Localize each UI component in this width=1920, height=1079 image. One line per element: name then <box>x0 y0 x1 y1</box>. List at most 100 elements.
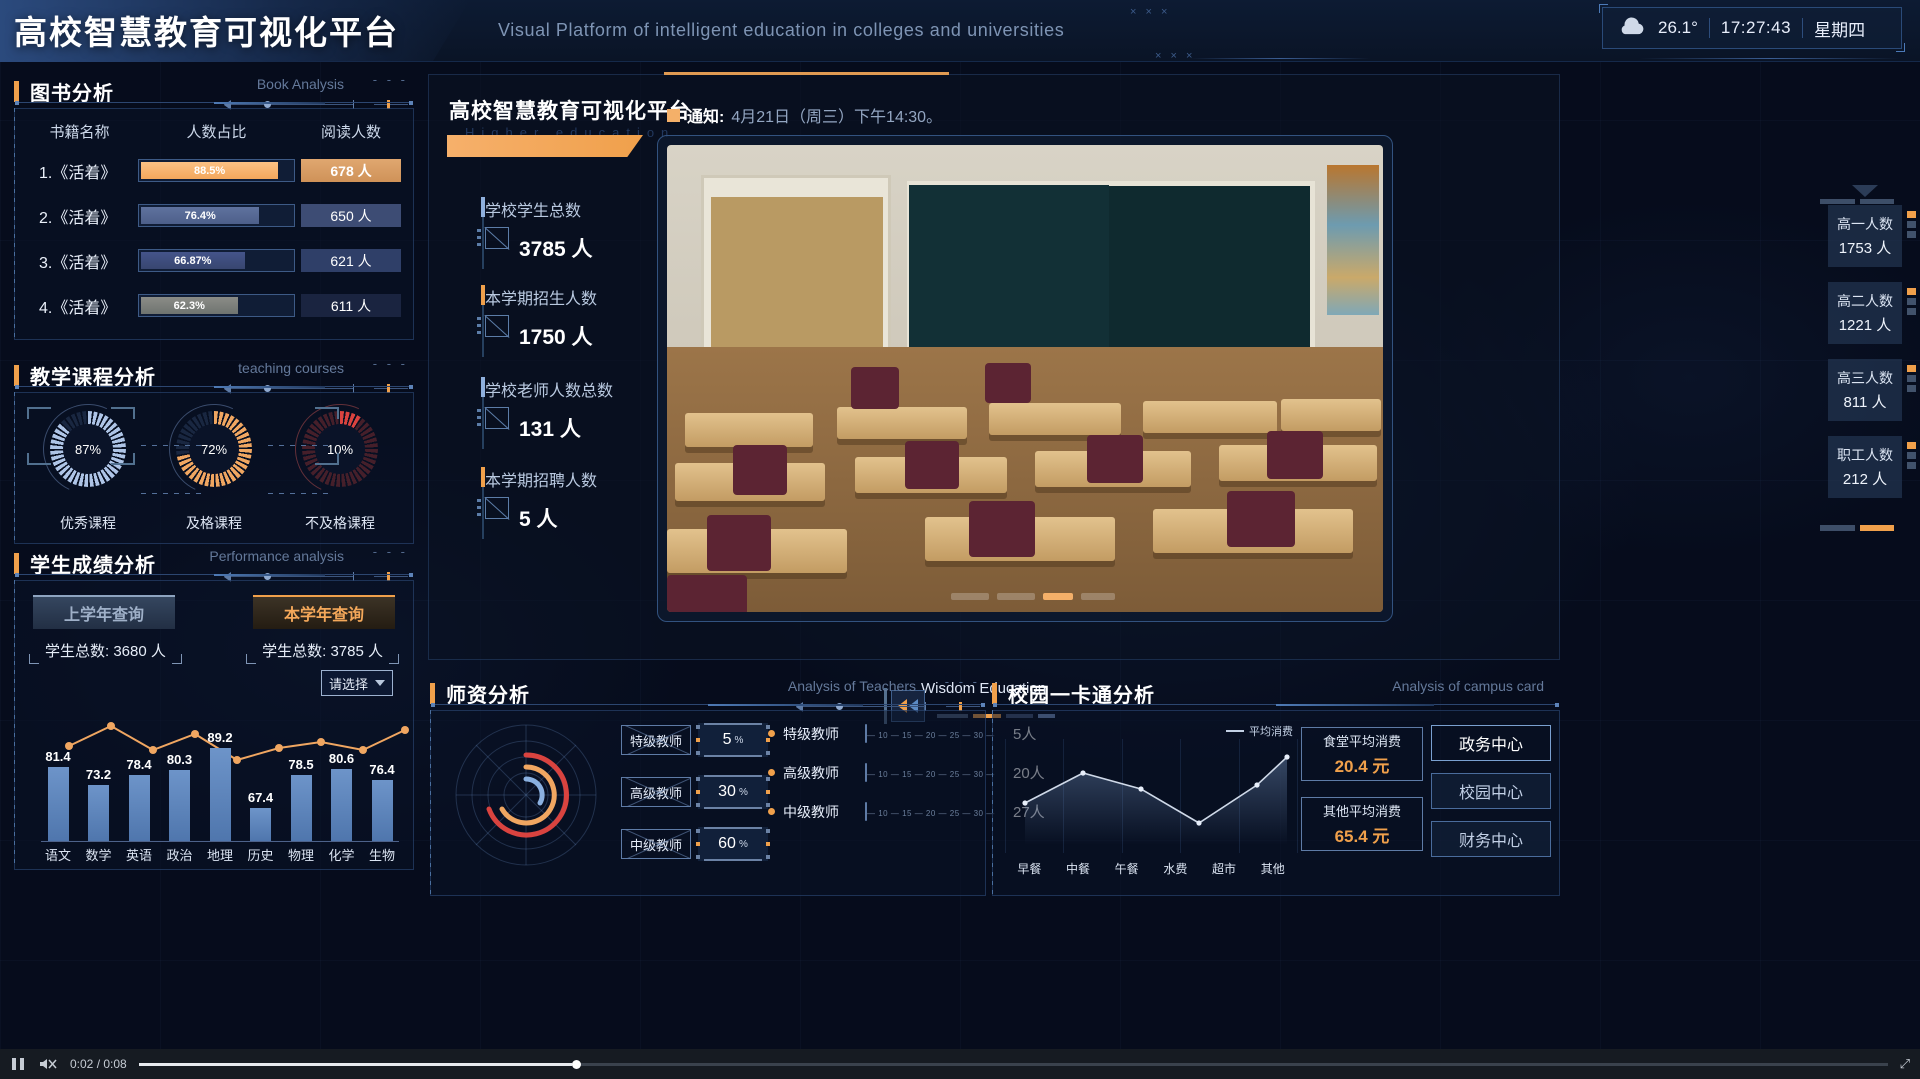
media-taskbar: 0:02 / 0:08 ⤢ <box>0 1049 1920 1079</box>
teaching-course-dots: - - - <box>372 356 408 371</box>
donut-chart: 10% <box>282 391 398 507</box>
center-panel: 高校智慧教育可视化平台 Higher education 通知: 4月21日（周… <box>428 72 1560 724</box>
course-donut-fail[interactable]: 10% 不及格课程 <box>282 391 398 533</box>
mute-icon[interactable] <box>38 1057 58 1071</box>
accent-bar <box>430 682 435 704</box>
sidebar-bottom-bars <box>1820 525 1894 531</box>
book-analysis-body: 书籍名称 人数占比 阅读人数 1.《活着》 88.5% 678 人 2.《活着》… <box>14 101 414 340</box>
subject-select[interactable]: 请选择 <box>321 670 393 696</box>
select-wrapper: 请选择 <box>15 664 413 696</box>
table-row[interactable]: 3.《活着》 66.87% 621 人 <box>15 238 413 283</box>
x-label: 历史 <box>247 848 274 863</box>
last-year-query-button[interactable]: 上学年查询 <box>33 595 175 629</box>
status-leds <box>1907 288 1916 315</box>
teacher-body: 特级教师 5 % 高级教师 30 % 中级教师 60 % 特级教师 — 10 —… <box>431 711 1045 879</box>
grade-box-senior-1[interactable]: 高一人数 1753 人 <box>1828 205 1916 267</box>
bar-column: 80.6 <box>325 726 359 841</box>
panel-top-rule <box>15 101 413 105</box>
teacher-percent-value: 30 <box>718 783 736 800</box>
donut-chart: 72% <box>156 391 272 507</box>
sidebar-arrow-icon <box>1852 185 1878 197</box>
button-finance-center[interactable]: 财务中心 <box>1431 821 1551 857</box>
teacher-count-bar: — 10 — 15 — 20 — 25 — 30 — <box>865 762 1005 782</box>
donut-connector-3 <box>141 493 203 494</box>
notice-text: 4月21日（周三）下午14:30。 <box>731 109 943 126</box>
grade-sidebar: 高一人数 1753 人 高二人数 1221 人 高三人数 811 人 职工人数 … <box>1820 185 1916 531</box>
accent-bar <box>14 80 19 102</box>
x-label: 中餐 <box>1066 862 1091 876</box>
playback-scrubber[interactable] <box>138 1059 1888 1069</box>
teacher-analysis-title-en: Analysis of Teachers <box>787 678 916 694</box>
x-label: 化学 <box>328 848 355 863</box>
header-separator-1 <box>1708 18 1710 38</box>
page-title: 高校智慧教育可视化平台 <box>14 14 399 51</box>
header-status-cluster: 26.1° 17:27:43 星期四 <box>1599 4 1905 52</box>
grade-box-senior-2[interactable]: 高二人数 1221 人 <box>1828 282 1916 344</box>
x-label: 政治 <box>166 848 193 863</box>
donut-label: 不及格课程 <box>305 515 375 531</box>
grade-label: 职工人数 <box>1837 447 1893 463</box>
notice-label: 通知: <box>687 109 725 126</box>
other-average-label: 其他平均消费 <box>1322 804 1401 819</box>
teacher-count-bar: — 10 — 15 — 20 — 25 — 30 — <box>865 801 1005 821</box>
button-government-center[interactable]: 政务中心 <box>1431 725 1551 761</box>
chart-x-labels: 早餐 中餐 午餐 水费 超市 其他 <box>1005 860 1297 877</box>
book-table-header: 书籍名称 人数占比 阅读人数 <box>15 109 413 148</box>
fullscreen-icon[interactable]: ⤢ <box>1900 1056 1910 1072</box>
bar-column: 76.4 <box>365 726 399 841</box>
app-header: 高校智慧教育可视化平台 Visual Platform of intellige… <box>0 0 1920 68</box>
table-row[interactable]: 1.《活着》 88.5% 678 人 <box>15 148 413 193</box>
campus-card-panel: 校园一卡通分析 Analysis of campus card 平均消费 早餐 … <box>992 676 1560 896</box>
accent-bar <box>14 364 19 386</box>
grade-value: 811 人 <box>1843 394 1887 411</box>
x-label: 语文 <box>44 848 71 863</box>
x-axis <box>41 841 399 842</box>
x-axis-labels: 语文 数学 英语 政治 地理 历史 物理 化学 生物 <box>41 845 399 864</box>
course-donut-pass[interactable]: 72% 及格课程 <box>156 391 272 533</box>
book-analysis-title-en: Book Analysis <box>256 76 344 92</box>
notice-bar: 通知: 4月21日（周三）下午14:30。 <box>667 103 942 127</box>
playback-time: 0:02 / 0:08 <box>70 1057 127 1071</box>
x-label: 早餐 <box>1017 862 1042 876</box>
accent-bar <box>14 552 19 574</box>
table-row[interactable]: 2.《活着》 76.4% 650 人 <box>15 193 413 238</box>
teacher-percent-value: 5 <box>722 731 732 748</box>
book-readers: 650 人 <box>301 204 401 227</box>
bar-column: 67.4 <box>244 726 278 841</box>
grade-label: 高三人数 <box>1837 370 1893 386</box>
book-percent-label: 62.3% <box>173 299 205 312</box>
bar-value: 73.2 <box>85 766 112 782</box>
consumption-line-chart: 平均消费 早餐 中餐 午餐 水费 超市 其他 <box>1001 721 1301 879</box>
panel-top-rule <box>431 703 985 707</box>
donut-connector-4 <box>268 493 330 494</box>
grade-value: 212 人 <box>1842 471 1888 488</box>
stat-label: 本学期招生人数 <box>485 291 598 308</box>
button-campus-center[interactable]: 校园中心 <box>1431 773 1551 809</box>
book-analysis-panel: 图书分析 Book Analysis - - - 书籍名称 人数占比 阅读人数 … <box>14 72 414 340</box>
bar-column: 78.4 <box>122 726 156 841</box>
grade-box-senior-3[interactable]: 高三人数 811 人 <box>1828 359 1916 421</box>
x-label: 其他 <box>1260 862 1285 876</box>
this-year-query-button[interactable]: 本学年查询 <box>253 595 395 629</box>
percent-unit: % <box>738 838 748 850</box>
bar-series: 81.4 73.2 78.4 80.3 89.2 67.4 78.5 80.6 … <box>41 726 399 841</box>
bar-value: 67.4 <box>247 789 274 805</box>
stat-label: 本学期招聘人数 <box>485 473 598 490</box>
teacher-count-bar: — 10 — 15 — 20 — 25 — 30 — <box>865 723 1005 743</box>
book-readers: 621 人 <box>301 249 401 272</box>
book-percent-label: 76.4% <box>184 209 216 222</box>
pause-icon[interactable] <box>10 1057 26 1071</box>
sidebar-top-bars <box>1820 199 1894 204</box>
teacher-percent-box: 30 % <box>696 775 770 809</box>
book-name: 1.《活着》 <box>39 164 117 182</box>
playback-knob[interactable] <box>572 1059 582 1069</box>
table-row[interactable]: 4.《活着》 62.3% 611 人 <box>15 283 413 328</box>
legend-swatch <box>1226 730 1244 732</box>
bar-scale: — 10 — 15 — 20 — 25 — 30 — <box>867 808 995 818</box>
x-label: 物理 <box>287 848 314 863</box>
bar-column: 73.2 <box>82 726 116 841</box>
grade-box-staff[interactable]: 职工人数 212 人 <box>1828 436 1916 498</box>
book-analysis-dots: - - - <box>372 72 408 87</box>
column-header-percent: 人数占比 <box>186 124 247 141</box>
x-label: 超市 <box>1212 862 1237 876</box>
